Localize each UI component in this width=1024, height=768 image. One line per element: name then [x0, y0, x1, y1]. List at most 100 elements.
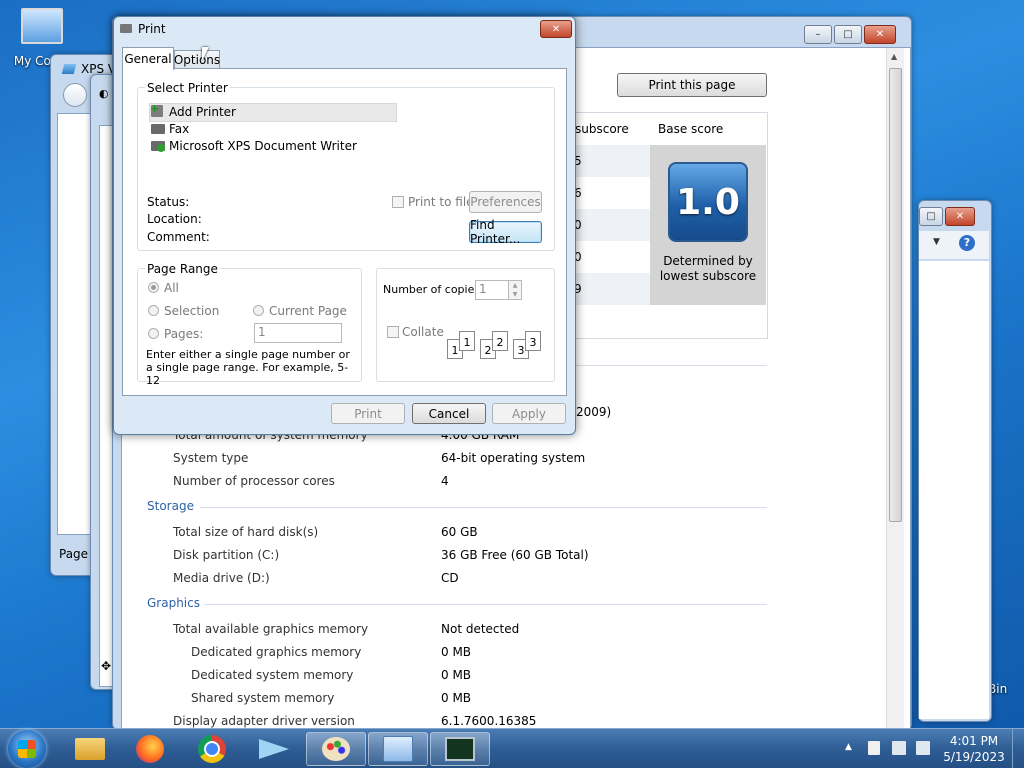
- clock-date: 5/19/2023: [943, 750, 1005, 764]
- find-printer-button[interactable]: Find Printer...: [469, 218, 542, 246]
- processor-cores-value: 4: [441, 474, 449, 488]
- cancel-button[interactable]: Cancel: [412, 403, 486, 424]
- preferences-button[interactable]: Preferences: [469, 191, 542, 213]
- taskbar-paint-button[interactable]: [306, 732, 366, 766]
- pages-label: Pages:: [164, 327, 204, 341]
- help-icon[interactable]: ?: [959, 235, 975, 251]
- palette-icon: ◐: [99, 87, 109, 100]
- print-this-page-button[interactable]: Print this page: [617, 73, 767, 97]
- dropdown-arrow-icon[interactable]: ▼: [933, 237, 940, 247]
- back-nav-icon[interactable]: [63, 83, 87, 107]
- current-page-label: Current Page: [269, 304, 347, 318]
- xps-logo-icon: [61, 64, 77, 74]
- clock-time: 4:01 PM: [949, 734, 999, 748]
- mouse-cursor-icon: [202, 47, 209, 61]
- minimize-button[interactable]: –: [804, 25, 832, 44]
- chrome-icon: [198, 735, 226, 763]
- default-check-icon: [157, 144, 165, 152]
- base-score-badge: 1.0: [668, 162, 748, 242]
- volume-muted-icon[interactable]: [916, 741, 930, 755]
- scrollbar-thumb[interactable]: [889, 68, 902, 522]
- firefox-icon: [136, 735, 164, 763]
- taskbar-mail-button[interactable]: [244, 732, 304, 766]
- task-monitor-icon: [445, 737, 475, 761]
- pages-radio[interactable]: [148, 328, 159, 339]
- collate-page-icon: 1: [459, 331, 475, 351]
- graphics-memory-value: Not detected: [441, 622, 520, 636]
- base-score-caption: Determined by lowest subscore: [659, 254, 757, 283]
- printer-item-xps[interactable]: Microsoft XPS Document Writer: [169, 139, 357, 153]
- driver-version-value: 6.1.7600.16385: [441, 714, 537, 728]
- explorer-window-back[interactable]: □ ✕ ▼ ?: [918, 200, 992, 722]
- disk-partition-label: Disk partition (C:): [173, 548, 280, 562]
- collate-page-icon: 3: [525, 331, 541, 351]
- close-button[interactable]: ✕: [945, 207, 975, 226]
- print-dialog[interactable]: Print ✕ General Options Select Printer +…: [113, 16, 576, 435]
- vertical-scrollbar[interactable]: ▲: [886, 48, 904, 729]
- maximize-button[interactable]: □: [834, 25, 862, 44]
- print-button[interactable]: Print: [331, 403, 405, 424]
- shared-memory-label: Shared system memory: [191, 691, 335, 705]
- tab-general-label: General: [124, 52, 172, 66]
- current-page-radio[interactable]: [253, 305, 264, 316]
- graphics-memory-label: Total available graphics memory: [173, 622, 369, 636]
- taskbar-clock[interactable]: 4:01 PM 5/19/2023: [934, 733, 1014, 765]
- action-center-icon[interactable]: [868, 741, 880, 755]
- close-button[interactable]: ✕: [864, 25, 896, 44]
- taskbar-system-button[interactable]: [368, 732, 428, 766]
- network-icon[interactable]: [892, 741, 906, 755]
- taskbar-chrome-button[interactable]: [182, 732, 242, 766]
- collate-page-number: 1: [451, 344, 459, 357]
- printer-item-fax[interactable]: Fax: [169, 122, 189, 136]
- show-hidden-icons-icon[interactable]: ▲: [845, 742, 852, 752]
- control-panel-icon: [383, 736, 413, 762]
- range-hint: Enter either a single page number or a s…: [146, 348, 350, 387]
- shared-memory-value: 0 MB: [441, 691, 472, 705]
- media-drive-label: Media drive (D:): [173, 571, 270, 585]
- collate-page-number: 2: [484, 344, 492, 357]
- partial-text: 2009): [576, 405, 612, 419]
- tab-general[interactable]: General: [122, 47, 174, 70]
- maximize-button[interactable]: □: [919, 207, 943, 226]
- system-type-label: System type: [173, 451, 249, 465]
- dialog-title: Print: [138, 22, 166, 36]
- apply-button[interactable]: Apply: [492, 403, 566, 424]
- dedicated-graphics-value: 0 MB: [441, 645, 472, 659]
- storage-heading: Storage: [147, 499, 194, 513]
- copies-input[interactable]: 1: [475, 280, 509, 300]
- palette-icon: [322, 737, 350, 761]
- system-type-value: 64-bit operating system: [441, 451, 586, 465]
- dedicated-system-value: 0 MB: [441, 668, 472, 682]
- collate-page-number: 3: [529, 336, 537, 349]
- close-button[interactable]: ✕: [540, 20, 572, 38]
- disk-partition-value: 36 GB Free (60 GB Total): [441, 548, 589, 562]
- collate-page-number: 2: [496, 336, 504, 349]
- location-label: Location:: [147, 212, 202, 226]
- collate-page-number: 1: [463, 336, 471, 349]
- graphics-heading: Graphics: [147, 596, 200, 610]
- tab-options-label: Options: [173, 53, 221, 67]
- taskbar-monitor-button[interactable]: [430, 732, 490, 766]
- tab-options[interactable]: Options: [174, 50, 220, 69]
- taskbar-explorer-button[interactable]: [60, 732, 120, 766]
- scroll-up-icon[interactable]: ▲: [891, 52, 897, 61]
- selection-radio[interactable]: [148, 305, 159, 316]
- print-to-file-checkbox[interactable]: [392, 196, 404, 208]
- copies-label: Number of copies:: [383, 283, 484, 296]
- pages-input[interactable]: 1: [254, 323, 342, 343]
- collate-checkbox[interactable]: [387, 326, 399, 338]
- copies-stepper[interactable]: ▲ ▼: [508, 280, 522, 300]
- page-label: Page: [59, 547, 89, 561]
- collate-label: Collate: [402, 325, 444, 339]
- selection-label: Selection: [164, 304, 220, 318]
- page-range-label: Page Range: [145, 262, 220, 276]
- base-score-header: Base score: [658, 122, 724, 136]
- base-score-value: 1.0: [676, 181, 740, 223]
- dedicated-system-label: Dedicated system memory: [191, 668, 354, 682]
- resize-cross-icon[interactable]: ✥: [101, 659, 111, 673]
- all-radio[interactable]: [148, 282, 159, 293]
- hard-disk-label: Total size of hard disk(s): [173, 525, 319, 539]
- taskbar-firefox-button[interactable]: [120, 732, 180, 766]
- windows-logo-icon: [18, 740, 36, 758]
- select-printer-label: Select Printer: [145, 81, 230, 95]
